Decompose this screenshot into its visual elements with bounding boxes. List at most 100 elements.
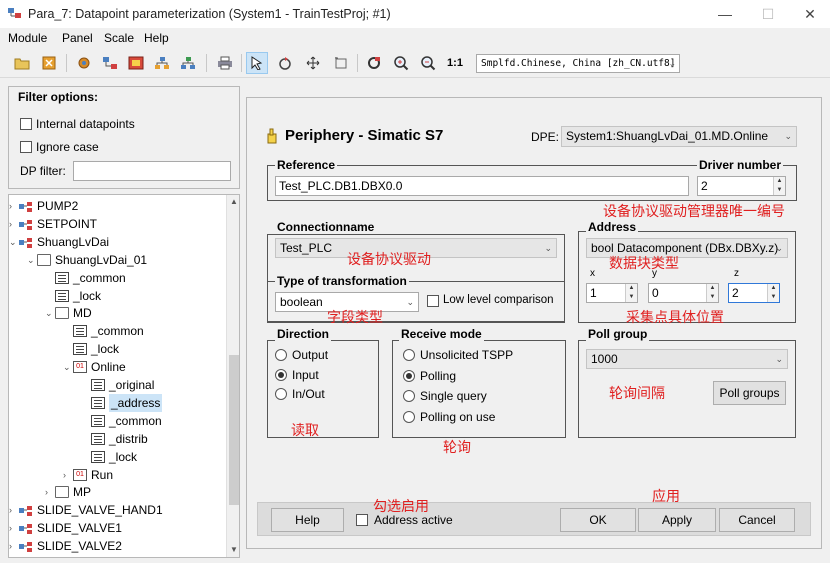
print-icon[interactable] — [214, 52, 236, 74]
collapsed-chevron-icon[interactable]: › — [9, 197, 12, 215]
address-x-input[interactable]: 1 ▲ ▼ — [586, 283, 638, 303]
scroll-thumb[interactable] — [229, 355, 239, 505]
window-title: Para_7: Datapoint parameterization (Syst… — [28, 7, 391, 21]
address-active-checkbox[interactable] — [356, 514, 368, 526]
expanded-chevron-icon[interactable]: ⌄ — [45, 304, 53, 322]
expanded-chevron-icon[interactable]: ⌄ — [27, 251, 35, 269]
spin-up-icon[interactable]: ▲ — [767, 284, 779, 293]
tree-row[interactable]: › PUMP2 — [9, 197, 225, 215]
hand-icon — [266, 128, 278, 144]
expanded-chevron-icon[interactable]: ⌄ — [9, 233, 17, 251]
bool-element-icon: 01 — [73, 361, 87, 374]
address-z-input[interactable]: 2 ▲ ▼ — [728, 283, 780, 303]
spin-up-icon[interactable]: ▲ — [706, 284, 718, 293]
tree-row[interactable]: _common — [9, 269, 225, 287]
menu-help[interactable]: Help — [144, 31, 169, 45]
poll-group-select[interactable]: 1000 ⌄ — [586, 349, 788, 369]
tree-row[interactable]: _common — [9, 322, 225, 340]
close-panel-icon[interactable] — [38, 52, 60, 74]
collapsed-chevron-icon[interactable]: › — [9, 519, 12, 537]
ignore-case-checkbox[interactable] — [20, 141, 32, 153]
tree-row[interactable]: › 01 Run — [9, 466, 225, 484]
zoom-in-icon[interactable] — [390, 52, 412, 74]
expanded-chevron-icon[interactable]: ⌄ — [63, 358, 71, 376]
tree-row-label: _distrib — [109, 431, 148, 446]
spin-down-icon[interactable]: ▼ — [625, 293, 637, 302]
hierarchy-icon[interactable] — [151, 52, 173, 74]
ok-button[interactable]: OK — [560, 508, 636, 532]
resize-tool-icon[interactable] — [330, 52, 352, 74]
spin-up-icon[interactable]: ▲ — [773, 177, 785, 186]
tree-row[interactable]: ⌄ ShuangLvDai_01 — [9, 251, 225, 269]
tree-row[interactable]: _address — [9, 393, 225, 412]
direction-radio-output[interactable] — [275, 349, 287, 361]
tree-row[interactable]: ⌄ MD — [9, 304, 225, 322]
maximize-button[interactable]: ☐ — [758, 4, 778, 24]
poll-groups-button[interactable]: Poll groups — [713, 381, 786, 405]
scroll-down-icon[interactable]: ▼ — [230, 545, 238, 554]
close-button[interactable]: ✕ — [800, 4, 820, 24]
direction-radio-input[interactable] — [275, 368, 287, 381]
tree-row[interactable]: ⌄ ShuangLvDai — [9, 233, 225, 251]
menu-scale[interactable]: Scale — [104, 31, 134, 45]
tree-row[interactable]: › SLIDE_VALVE1 — [9, 519, 225, 537]
zoom-one-to-one-button[interactable]: 1:1 — [444, 52, 466, 74]
language-select[interactable]: Smplfd.Chinese, China [zh_CN.utf8] ⌄ — [476, 54, 680, 73]
collapsed-chevron-icon[interactable]: › — [9, 501, 12, 519]
network-tree-icon[interactable] — [177, 52, 199, 74]
datapoint-type-icon[interactable] — [99, 52, 121, 74]
refresh-icon[interactable] — [363, 52, 385, 74]
ignore-case-label: Ignore case — [36, 140, 99, 154]
move-tool-icon[interactable] — [302, 52, 324, 74]
tree-row[interactable]: › SLIDE_VALVE2 — [9, 537, 225, 555]
datapoint-element-icon — [55, 289, 69, 302]
collapsed-chevron-icon[interactable]: › — [45, 483, 48, 501]
collapsed-chevron-icon[interactable]: › — [63, 466, 66, 484]
spin-up-icon[interactable]: ▲ — [625, 284, 637, 293]
tree-row[interactable]: _distrib — [9, 430, 225, 448]
menu-panel[interactable]: Panel — [62, 31, 93, 45]
spin-down-icon[interactable]: ▼ — [706, 293, 718, 302]
cancel-button[interactable]: Cancel — [719, 508, 795, 532]
minimize-button[interactable]: — — [715, 4, 735, 24]
apply-button[interactable]: Apply — [638, 508, 716, 532]
help-button[interactable]: Help — [271, 508, 344, 532]
tree-row[interactable]: › SLIDE_VALVE_HAND1 — [9, 501, 225, 519]
scroll-up-icon[interactable]: ▲ — [230, 197, 238, 206]
dpe-select[interactable]: System1:ShuangLvDai_01.MD.Online ⌄ — [561, 126, 797, 147]
low-level-comparison-checkbox[interactable] — [427, 295, 439, 307]
tree-row[interactable]: _lock — [9, 448, 225, 466]
pointer-select-icon[interactable] — [246, 52, 268, 74]
rotate-tool-icon[interactable] — [274, 52, 296, 74]
tree-row[interactable]: › SETPOINT — [9, 215, 225, 233]
image-panel-icon[interactable] — [125, 52, 147, 74]
address-y-input[interactable]: 0 ▲ ▼ — [648, 283, 719, 303]
datapoint-element-icon — [55, 271, 69, 284]
tree-row[interactable]: _common — [9, 412, 225, 430]
tree-row-label: _original — [109, 378, 155, 392]
receive-radio-unsolicited-tspp[interactable] — [403, 349, 415, 361]
open-folder-icon[interactable] — [11, 52, 33, 74]
tree-row[interactable]: ⌄ 01 Online — [9, 358, 225, 376]
spin-down-icon[interactable]: ▼ — [773, 186, 785, 195]
dp-filter-input[interactable] — [73, 161, 231, 181]
tree-row[interactable]: _original — [9, 376, 225, 394]
zoom-out-icon[interactable] — [417, 52, 439, 74]
collapsed-chevron-icon[interactable]: › — [9, 537, 12, 555]
receive-radio-polling-on-use[interactable] — [403, 411, 415, 424]
tree-scrollbar[interactable]: ▲ ▼ — [226, 195, 239, 557]
driver-number-input[interactable]: 2 ▲ ▼ — [697, 176, 786, 196]
internal-datapoints-checkbox[interactable] — [20, 118, 32, 130]
spin-down-icon[interactable]: ▼ — [767, 293, 779, 302]
reference-input[interactable]: Test_PLC.DB1.DBX0.0 — [275, 176, 689, 196]
settings-gear-icon[interactable] — [73, 52, 95, 74]
receive-radio-polling[interactable] — [403, 369, 415, 382]
tree-row[interactable]: _lock — [9, 340, 225, 358]
menu-module[interactable]: Module — [8, 31, 47, 45]
tree-row[interactable]: _lock — [9, 287, 225, 305]
chevron-down-icon: ⌄ — [544, 243, 552, 253]
tree-row[interactable]: › MP — [9, 483, 225, 501]
collapsed-chevron-icon[interactable]: › — [9, 215, 12, 233]
tree-row-label: ShuangLvDai — [37, 234, 110, 249]
direction-radio-in-out[interactable] — [275, 388, 287, 400]
